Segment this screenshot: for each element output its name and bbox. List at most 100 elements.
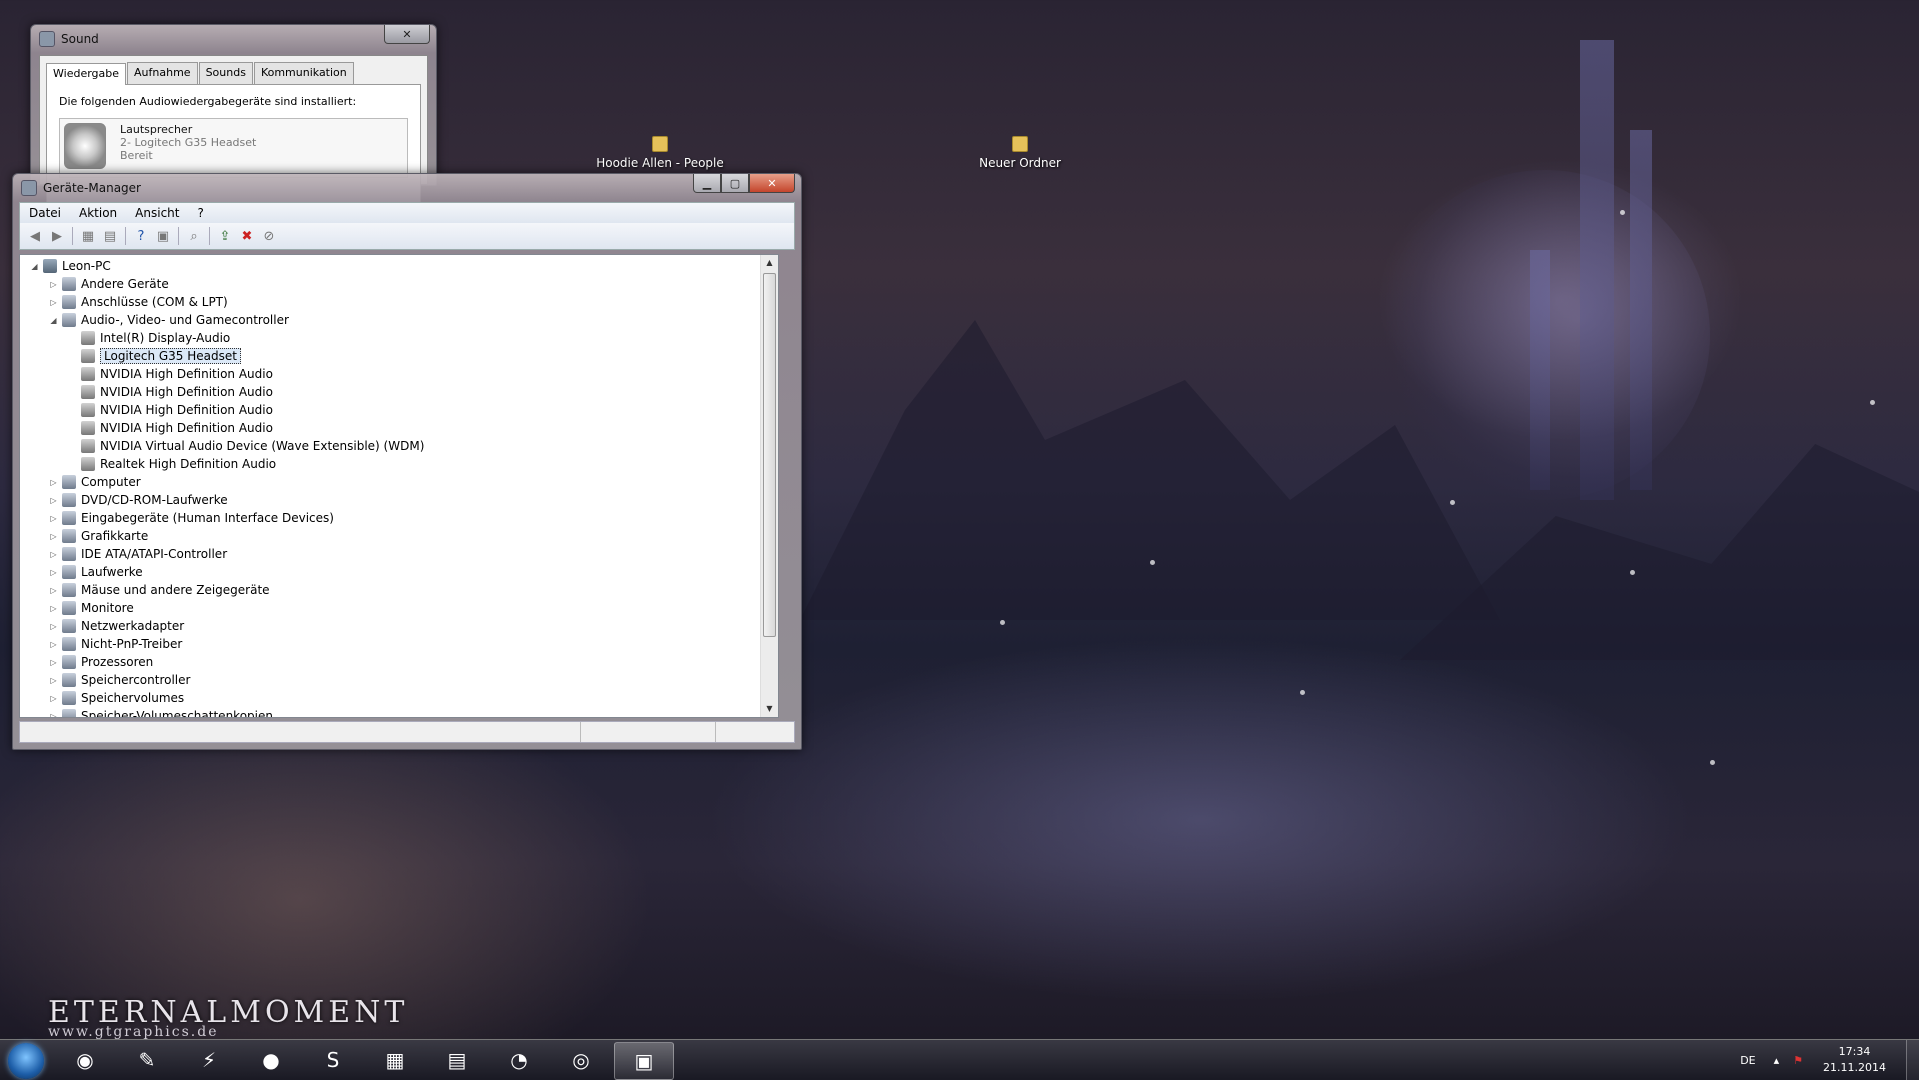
help-icon[interactable]: ? — [132, 227, 150, 245]
tree-category-node[interactable]: ▷ Mäuse und andere Zeigegeräte — [49, 581, 270, 599]
winamp-icon[interactable]: ⚡ — [180, 1042, 238, 1078]
tree-category-node[interactable]: ▷ Eingabegeräte (Human Interface Devices) — [49, 509, 334, 527]
device-manager-icon[interactable]: ▣ — [614, 1042, 674, 1080]
tree-category-node[interactable]: ▷ Anschlüsse (COM & LPT) — [49, 293, 228, 311]
expand-icon[interactable]: ▷ — [49, 568, 58, 577]
tree-device-node[interactable]: NVIDIA High Definition Audio — [68, 383, 273, 401]
tab-aufnahme[interactable]: Aufnahme — [127, 62, 198, 84]
tree-device-node[interactable]: NVIDIA High Definition Audio — [68, 419, 273, 437]
tree-category-node[interactable]: ◢ Audio-, Video- und Gamecontroller — [49, 311, 289, 329]
tab-wiedergabe[interactable]: Wiedergabe — [46, 63, 127, 85]
steam-icon[interactable]: ◉ — [56, 1042, 114, 1078]
tree-category-node[interactable]: ▷ Netzwerkadapter — [49, 617, 184, 635]
tree-category-node[interactable]: ▷ Grafikkarte — [49, 527, 148, 545]
device-manager-titlebar[interactable]: Geräte-Manager — [13, 174, 801, 202]
scroll-up-icon[interactable]: ▲ — [761, 255, 778, 271]
unknown-device-icon — [62, 277, 76, 291]
expand-icon[interactable]: ▷ — [49, 622, 58, 631]
menu-datei[interactable]: Datei — [20, 206, 70, 220]
expand-icon[interactable]: ▷ — [49, 586, 58, 595]
network-icon — [62, 619, 76, 633]
action-pane-icon[interactable]: ▣ — [154, 227, 172, 245]
tree-device-node[interactable]: NVIDIA High Definition Audio — [68, 401, 273, 419]
expand-icon[interactable]: ▷ — [49, 514, 58, 523]
expand-icon[interactable]: ▷ — [49, 694, 58, 703]
scroll-down-icon[interactable]: ▼ — [761, 701, 778, 717]
show-desktop-button[interactable] — [1906, 1040, 1919, 1080]
control-panel-icon[interactable]: ✎ — [118, 1042, 176, 1078]
tree-category-node[interactable]: ▷ Prozessoren — [49, 653, 153, 671]
start-button[interactable] — [8, 1043, 44, 1079]
close-button[interactable]: ✕ — [384, 25, 430, 44]
tree-category-node[interactable]: ▷ Laufwerke — [49, 563, 143, 581]
tree-device-node[interactable]: Intel(R) Display-Audio — [68, 329, 230, 347]
tree-category-node[interactable]: ▷ Speichercontroller — [49, 671, 190, 689]
tree-category-node[interactable]: ▷ Speichervolumes — [49, 689, 184, 707]
tree-node-label: NVIDIA High Definition Audio — [100, 367, 273, 381]
expand-icon[interactable]: ▷ — [49, 676, 58, 685]
clock[interactable]: 17:34 21.11.2014 — [1823, 1044, 1886, 1076]
close-button[interactable]: ✕ — [749, 174, 795, 193]
tree-category-node[interactable]: ▷ Computer — [49, 473, 141, 491]
tree-root-node[interactable]: ◢ Leon-PC — [30, 257, 111, 275]
back-arrow-icon[interactable]: ◀ — [26, 227, 44, 245]
tree-category-node[interactable]: ▷ Speicher-Volumeschattenkopien — [49, 707, 273, 718]
vertical-scrollbar[interactable]: ▲ ▼ — [760, 255, 778, 717]
cpu-icon — [62, 655, 76, 669]
tree-device-node[interactable]: Logitech G35 Headset — [68, 347, 241, 365]
properties-icon[interactable]: ▤ — [101, 227, 119, 245]
tree-category-node[interactable]: ▷ Nicht-PnP-Treiber — [49, 635, 182, 653]
tray-expand-icon[interactable]: ▴ — [1774, 1054, 1780, 1067]
expand-icon[interactable]: ▷ — [49, 280, 58, 289]
remote-desktop-icon[interactable]: ▦ — [366, 1042, 424, 1078]
explorer-icon[interactable]: ▤ — [428, 1042, 486, 1078]
expand-icon[interactable]: ▷ — [49, 298, 58, 307]
uninstall-icon[interactable]: ✖ — [238, 227, 256, 245]
tree-device-node[interactable]: Realtek High Definition Audio — [68, 455, 276, 473]
menu-help[interactable]: ? — [188, 206, 212, 220]
desktop-folder-neuer-ordner[interactable]: Neuer Ordner — [970, 136, 1070, 170]
forward-arrow-icon[interactable]: ▶ — [48, 227, 66, 245]
expand-icon[interactable]: ▷ — [49, 478, 58, 487]
menu-ansicht[interactable]: Ansicht — [126, 206, 188, 220]
disable-device-icon[interactable]: ⊘ — [260, 227, 278, 245]
tree-node-label: Andere Geräte — [81, 277, 169, 291]
scrollbar-thumb[interactable] — [763, 273, 776, 637]
tree-device-node[interactable]: NVIDIA High Definition Audio — [68, 365, 273, 383]
maximize-button[interactable]: ▢ — [721, 174, 749, 193]
tree-category-node[interactable]: ▷ IDE ATA/ATAPI-Controller — [49, 545, 227, 563]
action-center-icon[interactable]: ⚑ — [1793, 1054, 1803, 1067]
disc-icon[interactable]: ◎ — [552, 1042, 610, 1078]
tree-category-node[interactable]: ▷ Andere Geräte — [49, 275, 169, 293]
collapse-icon[interactable]: ◢ — [30, 262, 39, 271]
show-hide-console-tree-icon[interactable]: ▦ — [79, 227, 97, 245]
media-player-icon[interactable]: ◔ — [490, 1042, 548, 1078]
tree-node-label: Prozessoren — [81, 655, 154, 669]
expand-icon[interactable]: ▷ — [49, 604, 58, 613]
expand-icon[interactable]: ▷ — [49, 658, 58, 667]
firefox-icon[interactable]: ● — [242, 1042, 300, 1078]
tree-category-node[interactable]: ▷ Monitore — [49, 599, 134, 617]
speaker-icon — [81, 349, 95, 363]
tab-sounds[interactable]: Sounds — [198, 62, 253, 84]
skype-icon[interactable]: S — [304, 1042, 362, 1078]
storage-controller-icon — [62, 673, 76, 687]
update-driver-icon[interactable]: ⇪ — [216, 227, 234, 245]
minimize-button[interactable]: ▁ — [693, 174, 721, 193]
scan-hardware-icon[interactable]: ⌕ — [185, 227, 203, 245]
tab-kommunikation[interactable]: Kommunikation — [253, 62, 354, 84]
expand-icon[interactable]: ▷ — [49, 640, 58, 649]
status-section — [581, 722, 716, 742]
menu-aktion[interactable]: Aktion — [70, 206, 126, 220]
desktop-folder-hoodie-allen[interactable]: Hoodie Allen - People — [595, 136, 725, 170]
collapse-icon[interactable]: ◢ — [49, 316, 58, 325]
language-indicator[interactable]: DE — [1740, 1054, 1755, 1067]
expand-icon[interactable]: ▷ — [49, 532, 58, 541]
expand-icon[interactable]: ▷ — [49, 550, 58, 559]
playback-device-item[interactable]: Lautsprecher 2- Logitech G35 Headset Ber… — [59, 118, 408, 178]
expand-icon[interactable]: ▷ — [49, 496, 58, 505]
tree-device-node[interactable]: NVIDIA Virtual Audio Device (Wave Extens… — [68, 437, 424, 455]
sound-titlebar[interactable]: Sound — [31, 25, 436, 53]
expand-icon[interactable]: ▷ — [49, 712, 58, 718]
tree-category-node[interactable]: ▷ DVD/CD-ROM-Laufwerke — [49, 491, 228, 509]
